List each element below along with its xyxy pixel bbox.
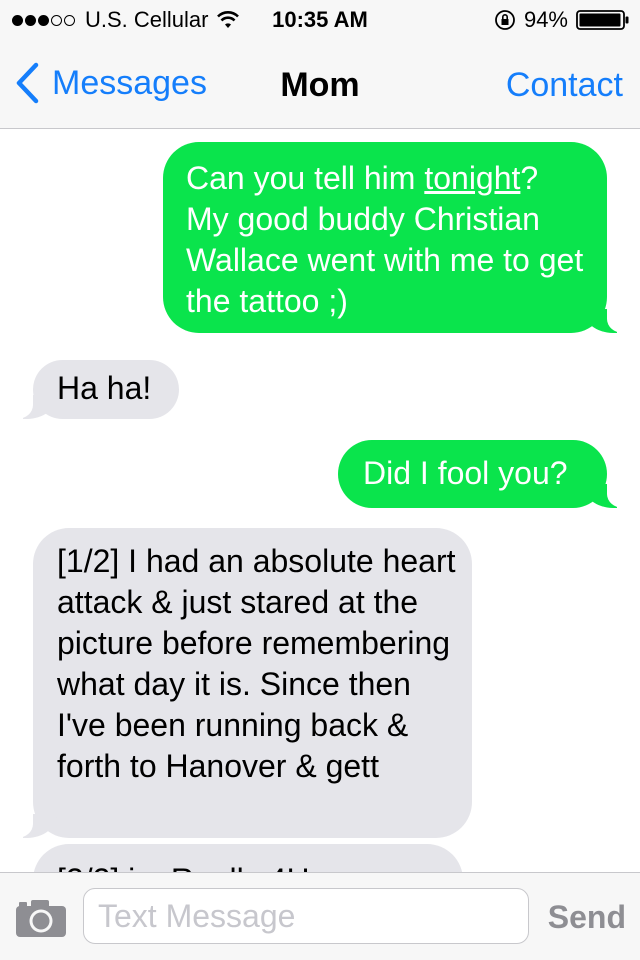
message-text: Did I fool you? xyxy=(363,455,568,491)
status-bar: U.S. Cellular 10:35 AM 94% xyxy=(0,0,640,40)
contact-button[interactable]: Contact xyxy=(506,66,623,105)
message-text: Can you tell him xyxy=(186,160,425,196)
message-text: [1/2] I had an absolute heart attack & j… xyxy=(57,543,456,784)
message-text: Ha ha! xyxy=(57,370,152,406)
battery-icon xyxy=(576,10,629,30)
incoming-message-bubble[interactable]: [2/2] i... Really 4H... xyxy=(33,844,463,872)
outgoing-message-bubble[interactable]: Did I fool you? xyxy=(338,440,627,508)
text-message-input[interactable] xyxy=(83,888,529,944)
message-list[interactable]: Can you tell him tonight? My good buddy … xyxy=(0,130,640,872)
detected-date-link[interactable]: tonight xyxy=(424,160,520,196)
incoming-message-bubble[interactable]: Ha ha! xyxy=(13,360,179,419)
orientation-lock-icon xyxy=(495,10,515,30)
battery-percent: 94% xyxy=(523,7,568,32)
send-button[interactable]: Send xyxy=(548,899,626,936)
camera-icon[interactable] xyxy=(14,897,68,939)
message-input-bar: Send xyxy=(0,872,640,960)
message-text: [2/2] i... Really 4H... xyxy=(57,862,336,872)
outgoing-message-bubble[interactable]: Can you tell him tonight? My good buddy … xyxy=(163,142,627,333)
status-right: 94% xyxy=(494,7,630,33)
navigation-bar: Messages Mom Contact xyxy=(0,40,640,129)
incoming-message-bubble[interactable]: [1/2] I had an absolute heart attack & j… xyxy=(13,528,472,838)
